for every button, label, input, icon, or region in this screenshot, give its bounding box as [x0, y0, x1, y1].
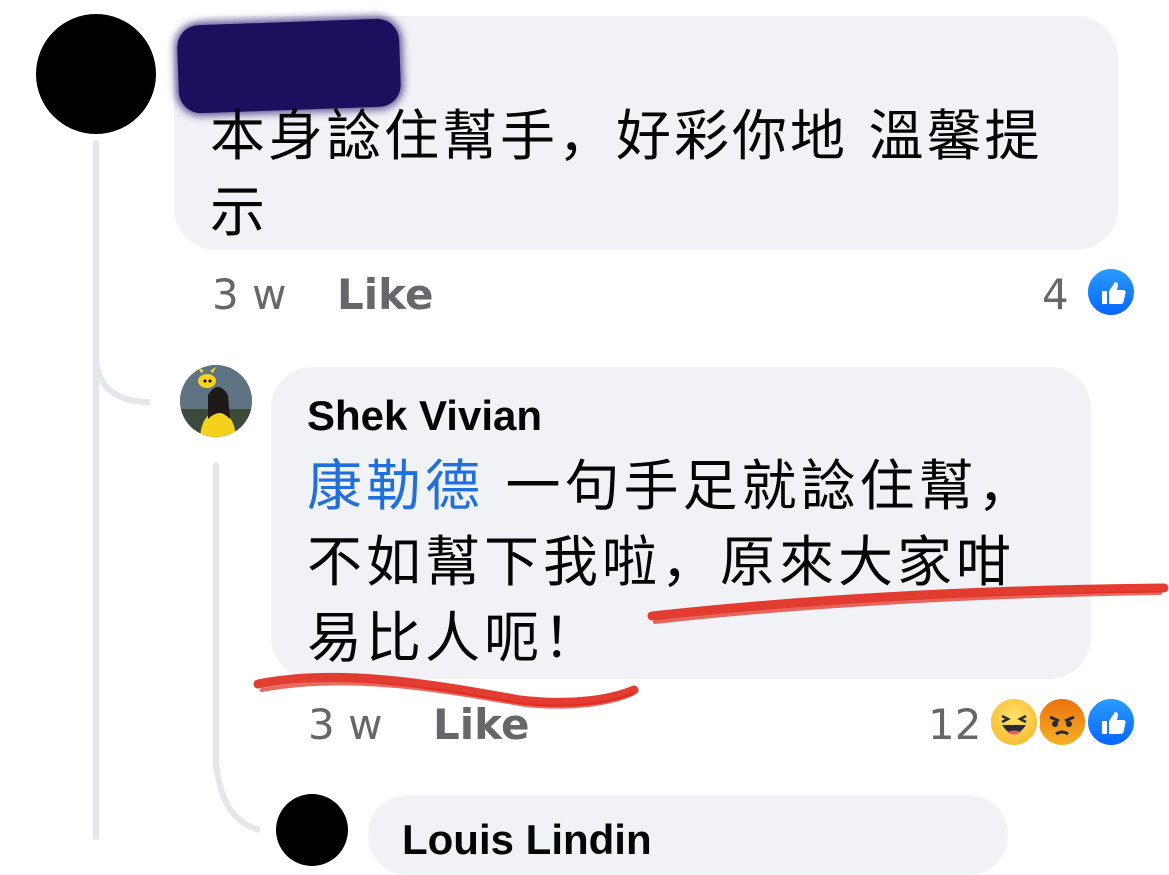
red-scribble-underline — [253, 583, 1169, 709]
